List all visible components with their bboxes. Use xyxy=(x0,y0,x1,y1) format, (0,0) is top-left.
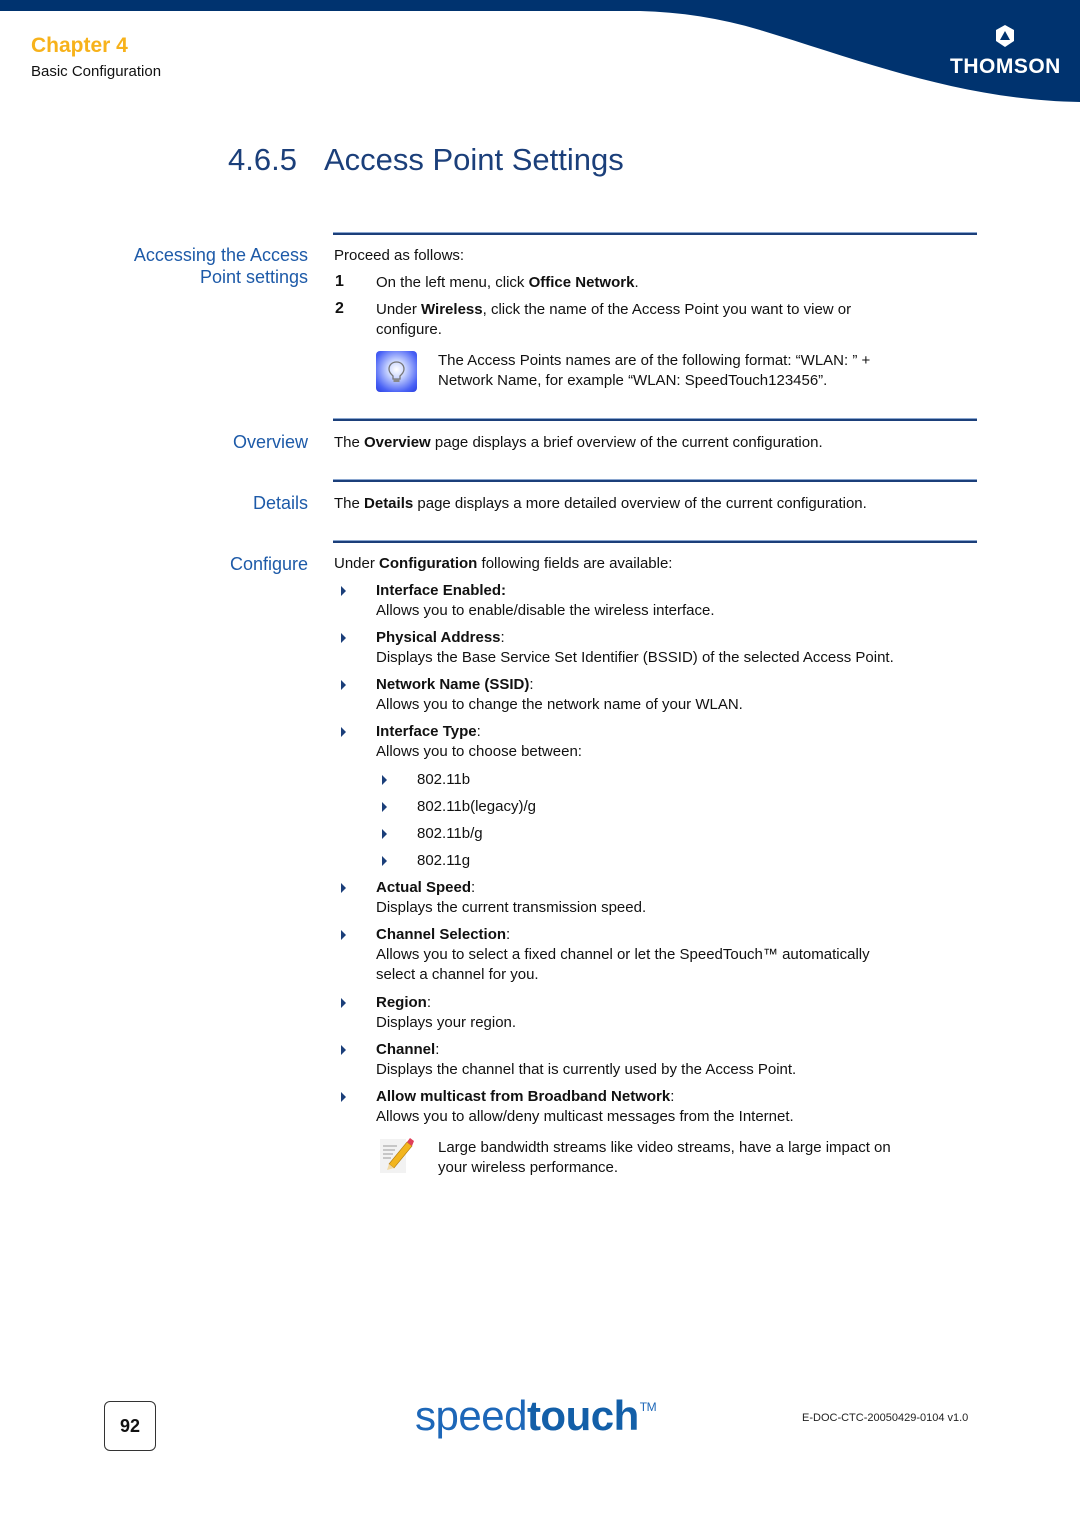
document-id: E-DOC-CTC-20050429-0104 v1.0 xyxy=(802,1412,969,1424)
section-number: 4.6.5 xyxy=(228,142,297,177)
section-divider xyxy=(333,232,977,235)
bullet-arrow-icon xyxy=(382,802,387,812)
step-number: 2 xyxy=(335,300,344,317)
thomson-emblem-icon xyxy=(996,25,1014,47)
side-heading-configure: Configure xyxy=(229,554,308,574)
field-item: Channel Selection: Allows you to select a… xyxy=(376,926,870,983)
section-divider xyxy=(333,479,977,482)
bullet-arrow-icon xyxy=(341,1045,346,1055)
bullet-arrow-icon xyxy=(341,680,346,690)
interface-type-option: 802.11b/g xyxy=(417,825,483,842)
field-item: Actual Speed: Displays the current transm… xyxy=(376,879,647,916)
field-item: Interface Type: Allows you to choose betw… xyxy=(376,723,582,760)
step-number: 1 xyxy=(335,273,344,290)
field-item: Interface Enabled: Allows you to enable/d… xyxy=(376,582,715,619)
page-number: 92 xyxy=(104,1401,156,1451)
side-heading-line: Point settings xyxy=(199,267,308,287)
header-banner xyxy=(0,0,1080,102)
speedtouch-logo: speedtouchTM xyxy=(415,1392,657,1439)
field-item: Channel: Displays the channel that is cur… xyxy=(376,1041,797,1078)
chapter-subtitle: Basic Configuration xyxy=(31,63,162,80)
bullet-arrow-icon xyxy=(341,998,346,1008)
side-heading-details: Details xyxy=(252,493,308,513)
pencil-note-icon xyxy=(380,1138,414,1173)
note-text: The Access Points names are of the follo… xyxy=(438,352,871,389)
configure-intro: Under Configuration following fields are… xyxy=(334,555,673,572)
bullet-arrow-icon xyxy=(341,586,346,596)
thomson-logo: THOMSON xyxy=(950,24,1060,79)
interface-type-option: 802.11b(legacy)/g xyxy=(417,798,536,815)
chapter-label: Chapter 4 xyxy=(31,34,128,57)
section-divider xyxy=(333,540,977,543)
field-item: Physical Address: Displays the Base Servi… xyxy=(376,629,894,666)
side-heading-line: Accessing the Access xyxy=(133,245,308,265)
side-heading-overview: Overview xyxy=(232,432,308,452)
page-title: 4.6.5 Access Point Settings xyxy=(228,142,624,178)
section-title: Access Point Settings xyxy=(323,142,624,177)
intro-text: Proceed as follows: xyxy=(334,247,465,264)
lightbulb-icon xyxy=(376,351,417,392)
note-text: Large bandwidth streams like video strea… xyxy=(438,1139,891,1176)
field-item: Region: Displays your region. xyxy=(376,994,517,1031)
bullet-arrow-icon xyxy=(382,775,387,785)
field-item: Allow multicast from Broadband Network: A… xyxy=(376,1088,794,1125)
bullet-arrow-icon xyxy=(341,1092,346,1102)
bullet-arrow-icon xyxy=(341,727,346,737)
bullet-arrow-icon xyxy=(341,930,346,940)
step-text: On the left menu, click Office Network. xyxy=(376,274,639,291)
step-text: Under Wireless, click the name of the Ac… xyxy=(376,301,852,338)
field-item: Network Name (SSID): Allows you to change… xyxy=(376,676,743,713)
interface-type-option: 802.11b xyxy=(417,771,471,788)
thomson-logo-text: THOMSON xyxy=(950,55,1061,78)
interface-type-option: 802.11g xyxy=(417,852,471,869)
bullet-arrow-icon xyxy=(382,856,387,866)
side-heading-accessing: Accessing the Access Point settings xyxy=(134,244,308,288)
section-divider xyxy=(333,418,977,421)
details-text: The Details page displays a more detaile… xyxy=(334,495,867,512)
bullet-arrow-icon xyxy=(382,829,387,839)
bullet-arrow-icon xyxy=(341,883,346,893)
overview-text: The Overview page displays a brief overv… xyxy=(334,434,823,451)
bullet-arrow-icon xyxy=(341,633,346,643)
